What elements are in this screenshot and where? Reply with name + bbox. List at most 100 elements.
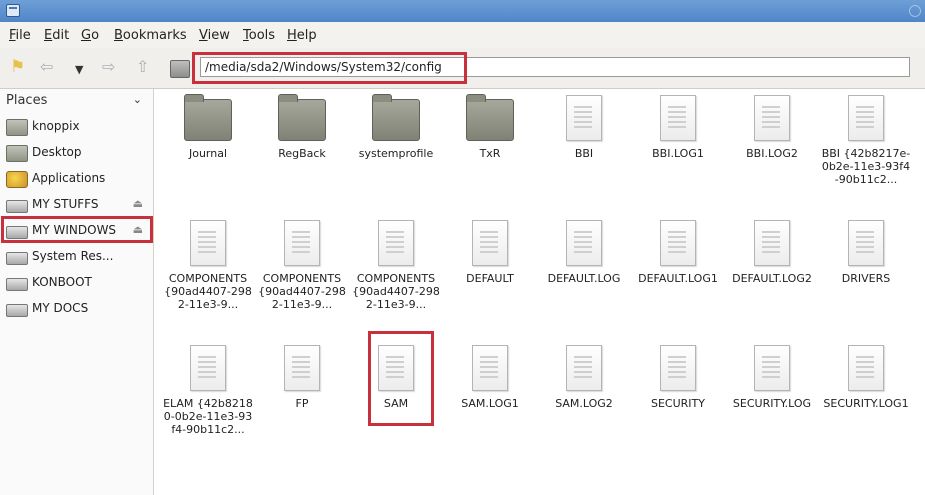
address-input[interactable] — [200, 57, 910, 77]
document-icon — [284, 345, 320, 391]
sidebar-item-my-docs[interactable]: MY DOCS — [4, 297, 149, 321]
document-icon — [848, 95, 884, 141]
menu-go[interactable]: Go — [81, 28, 99, 43]
menu-file[interactable]: File — [9, 28, 31, 43]
file-label: FP — [295, 397, 309, 410]
folder-icon — [278, 94, 326, 141]
document-icon — [754, 95, 790, 141]
folder-systemprofile[interactable]: systemprofile — [349, 89, 443, 160]
menu-edit[interactable]: Edit — [44, 28, 69, 43]
file-default-log2[interactable]: DEFAULT.LOG2 — [725, 214, 819, 285]
file-bbi-guid[interactable]: BBI {42b8217e-0b2e-11e3-93f4-90b11c2... — [819, 89, 913, 186]
file-bbi-log2[interactable]: BBI.LOG2 — [725, 89, 819, 160]
close-icon[interactable] — [909, 5, 921, 17]
file-security-log1[interactable]: SECURITY.LOG1 — [819, 339, 913, 410]
drive-icon — [6, 304, 28, 317]
menu-bar: File Edit Go Bookmarks View Tools Help — [0, 22, 925, 49]
file-label: COMPONENTS {90ad4407-2982-11e3-9... — [352, 272, 440, 311]
sidebar-item-label: KONBOOT — [32, 275, 92, 289]
bookmark-icon[interactable]: ⚑ — [10, 57, 25, 77]
file-drivers[interactable]: DRIVERS — [819, 214, 913, 285]
file-label: systemprofile — [358, 147, 434, 160]
document-icon — [754, 220, 790, 266]
file-label: BBI.LOG2 — [746, 147, 798, 160]
up-arrow-icon[interactable]: ⇧ — [136, 57, 149, 77]
file-label: COMPONENTS {90ad4407-2982-11e3-9... — [258, 272, 346, 311]
document-icon — [190, 220, 226, 266]
file-label: SECURITY.LOG — [732, 397, 812, 410]
file-label: SAM.LOG2 — [555, 397, 613, 410]
folder-txr[interactable]: TxR — [443, 89, 537, 160]
document-icon — [284, 220, 320, 266]
document-icon — [848, 345, 884, 391]
document-icon — [472, 345, 508, 391]
back-arrow-icon[interactable]: ⇦ — [40, 57, 53, 77]
sidebar-item-label: MY WINDOWS — [32, 223, 117, 237]
places-header[interactable]: Places ⌄ — [6, 93, 146, 111]
file-components-2[interactable]: COMPONENTS {90ad4407-2982-11e3-9... — [255, 214, 349, 311]
document-icon — [472, 220, 508, 266]
places-title: Places — [6, 93, 48, 108]
drive-icon — [170, 60, 190, 78]
folder-icon — [466, 94, 514, 141]
file-label: COMPONENTS {90ad4407-2982-11e3-9... — [164, 272, 252, 311]
file-components-1[interactable]: COMPONENTS {90ad4407-2982-11e3-9... — [161, 214, 255, 311]
folder-journal[interactable]: Journal — [161, 89, 255, 160]
folder-regback[interactable]: RegBack — [255, 89, 349, 160]
file-components-3[interactable]: COMPONENTS {90ad4407-2982-11e3-9... — [349, 214, 443, 311]
file-fp[interactable]: FP — [255, 339, 349, 410]
eject-icon[interactable]: ⏏ — [133, 223, 143, 236]
drive-icon — [6, 278, 28, 291]
menu-bookmarks[interactable]: Bookmarks — [114, 28, 187, 43]
file-label: DEFAULT.LOG1 — [638, 272, 718, 285]
file-sam-log2[interactable]: SAM.LOG2 — [537, 339, 631, 410]
document-icon — [660, 95, 696, 141]
sidebar-item-knoppix[interactable]: knoppix — [4, 115, 149, 139]
file-default[interactable]: DEFAULT — [443, 214, 537, 285]
file-sam-log1[interactable]: SAM.LOG1 — [443, 339, 537, 410]
document-icon — [754, 345, 790, 391]
drive-icon — [6, 200, 28, 213]
file-bbi-log1[interactable]: BBI.LOG1 — [631, 89, 725, 160]
title-bar — [0, 0, 925, 22]
eject-icon[interactable]: ⏏ — [133, 197, 143, 210]
sidebar-item-applications[interactable]: Applications — [4, 167, 149, 191]
menu-help[interactable]: Help — [287, 28, 317, 43]
forward-arrow-icon[interactable]: ⇨ — [102, 57, 115, 77]
file-label: ELAM {42b82180-0b2e-11e3-93f4-90b11c2... — [163, 397, 253, 436]
toolbar: ⚑ ⇦ ▼ ⇨ ⇧ — [0, 48, 925, 89]
folder-icon — [6, 145, 28, 162]
file-label: SECURITY.LOG1 — [823, 397, 909, 410]
file-label: Journal — [188, 147, 228, 160]
menu-tools[interactable]: Tools — [243, 28, 275, 43]
file-grid: Journal RegBack systemprofile TxR BBI BB… — [154, 89, 925, 495]
sidebar-item-label: Desktop — [32, 145, 82, 159]
file-label: BBI — [574, 147, 594, 160]
sidebar-item-system-reserved[interactable]: System Res... — [4, 245, 149, 269]
file-security-log[interactable]: SECURITY.LOG — [725, 339, 819, 410]
file-security[interactable]: SECURITY — [631, 339, 725, 410]
sidebar-item-my-windows[interactable]: MY WINDOWS ⏏ — [4, 219, 149, 243]
chevron-down-icon[interactable]: ▼ — [75, 60, 83, 80]
file-elam[interactable]: ELAM {42b82180-0b2e-11e3-93f4-90b11c2... — [161, 339, 255, 436]
file-default-log[interactable]: DEFAULT.LOG — [537, 214, 631, 285]
applications-icon — [6, 171, 28, 188]
document-icon — [190, 345, 226, 391]
menu-view[interactable]: View — [199, 28, 230, 43]
file-label: SAM — [383, 397, 409, 410]
window-icon — [6, 4, 20, 17]
folder-icon — [372, 94, 420, 141]
sidebar-item-label: MY STUFFS — [32, 197, 99, 211]
chevron-down-icon[interactable]: ⌄ — [133, 93, 142, 106]
file-sam[interactable]: SAM — [349, 339, 443, 410]
document-icon — [378, 220, 414, 266]
sidebar-item-desktop[interactable]: Desktop — [4, 141, 149, 165]
document-icon — [566, 345, 602, 391]
file-bbi[interactable]: BBI — [537, 89, 631, 160]
file-default-log1[interactable]: DEFAULT.LOG1 — [631, 214, 725, 285]
file-label: SECURITY — [651, 397, 705, 410]
document-icon — [660, 345, 696, 391]
sidebar-item-konboot[interactable]: KONBOOT — [4, 271, 149, 295]
file-label: RegBack — [278, 147, 326, 160]
sidebar-item-my-stuffs[interactable]: MY STUFFS ⏏ — [4, 193, 149, 217]
